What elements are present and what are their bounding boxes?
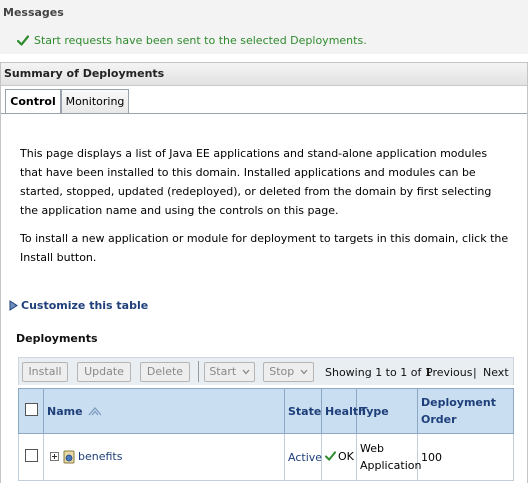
- state-column-header[interactable]: State: [284, 388, 322, 434]
- stop-menu-button[interactable]: Stop: [263, 362, 314, 382]
- type-cell: Web Application: [356, 433, 421, 481]
- row-checkbox[interactable]: [24, 449, 38, 462]
- panel-title: Summary of Deployments: [4, 67, 165, 80]
- row-select-cell: [18, 433, 44, 481]
- toolbar-separator: [198, 361, 199, 382]
- install-instructions: To install a new application or module f…: [20, 232, 509, 264]
- sort-arrows-icon: [88, 407, 102, 416]
- update-button[interactable]: Update: [77, 362, 131, 382]
- name-cell: benefits: [43, 433, 285, 481]
- dropdown-chevron-icon: [300, 369, 308, 375]
- delete-button[interactable]: Delete: [140, 362, 190, 382]
- select-all-header: [18, 388, 44, 434]
- start-menu-label: Start: [209, 365, 237, 378]
- messages-area: Messages Start requests have been sent t…: [0, 0, 528, 54]
- pagination-separator: |: [473, 366, 477, 379]
- success-message: Start requests have been sent to the sel…: [17, 34, 367, 47]
- description-paragraph: This page displays a list of Java EE app…: [20, 147, 492, 217]
- web-app-icon: [63, 450, 75, 464]
- install-button[interactable]: Install: [22, 362, 68, 382]
- health-value: OK: [338, 449, 354, 463]
- health-cell: OK: [321, 433, 357, 481]
- success-message-text: Start requests have been sent to the sel…: [34, 34, 367, 47]
- customize-triangle-icon: [9, 300, 18, 311]
- deployment-name-link[interactable]: benefits: [78, 450, 122, 463]
- check-icon: [325, 451, 336, 461]
- deployments-table: Name State Health Type Deployment Order: [18, 388, 514, 481]
- expand-plus-icon[interactable]: [50, 452, 59, 462]
- tab-monitoring[interactable]: Monitoring: [61, 89, 129, 113]
- tab-divider: [1, 113, 527, 114]
- type-column-header[interactable]: Type: [356, 388, 418, 434]
- order-column-header[interactable]: Deployment Order: [417, 388, 514, 434]
- check-icon: [17, 35, 29, 46]
- state-cell: Active: [284, 433, 322, 481]
- messages-title: Messages: [3, 6, 64, 19]
- table-row: benefits Active OK Web Application 100: [18, 433, 514, 481]
- start-menu-button[interactable]: Start: [204, 362, 255, 382]
- pagination-status: Showing 1 to 1 of 1: [325, 366, 432, 379]
- health-column-header[interactable]: Health: [321, 388, 366, 434]
- deployments-title: Deployments: [16, 332, 98, 345]
- order-cell: 100: [417, 433, 514, 481]
- customize-table-link[interactable]: Customize this table: [9, 299, 148, 312]
- name-column-header[interactable]: Name: [43, 388, 285, 434]
- tab-control[interactable]: Control: [5, 89, 61, 114]
- next-link[interactable]: Next: [483, 366, 509, 379]
- table-header-row: Name State Health Type Deployment Order: [18, 388, 514, 434]
- select-all-checkbox[interactable]: [24, 403, 38, 416]
- panel-title-bar: Summary of Deployments: [1, 63, 527, 86]
- deployments-toolbar: Install Update Delete Start Stop Showing…: [18, 357, 514, 385]
- stop-menu-label: Stop: [269, 365, 295, 378]
- previous-link[interactable]: Previous: [426, 366, 473, 379]
- customize-table-label: Customize this table: [21, 299, 149, 312]
- name-column-label: Name: [47, 404, 83, 418]
- summary-panel: Summary of Deployments Control Monitorin…: [0, 62, 528, 483]
- dropdown-chevron-icon: [242, 369, 250, 375]
